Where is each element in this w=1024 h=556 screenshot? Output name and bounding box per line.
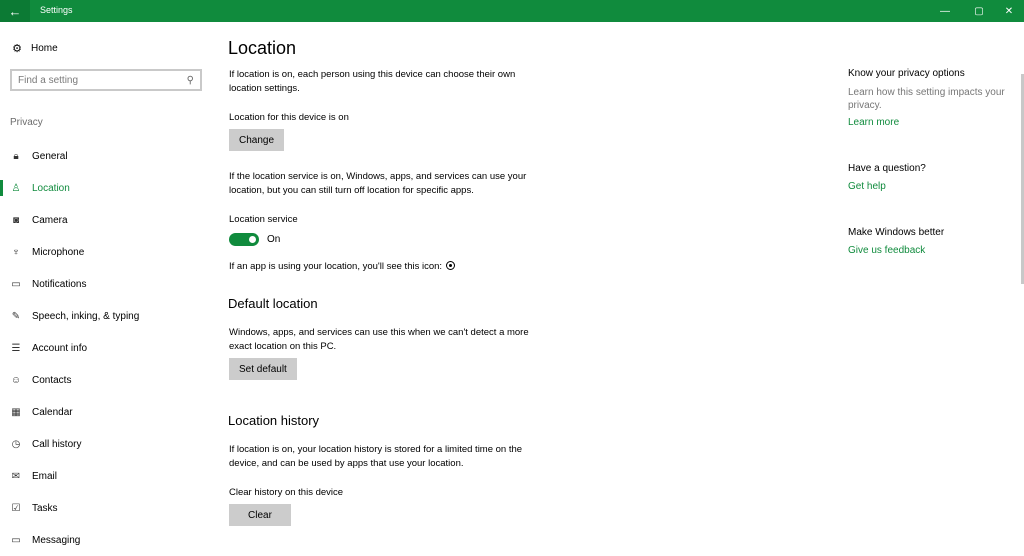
location-history-description: If location is on, your location history… bbox=[229, 444, 523, 469]
icon-note-text: If an app is using your location, you'll… bbox=[229, 261, 443, 272]
search-box: ⚲ bbox=[10, 69, 202, 91]
page-title: Location bbox=[228, 38, 297, 58]
sidebar-item-label: Speech, inking, & typing bbox=[32, 310, 140, 322]
privacy-options-heading: Know your privacy options bbox=[848, 68, 965, 79]
sidebar-item-email[interactable]: ✉ Email bbox=[0, 460, 215, 492]
email-icon: ✉ bbox=[11, 470, 21, 482]
question-heading: Have a question? bbox=[848, 163, 926, 174]
sidebar-item-label: Camera bbox=[32, 214, 68, 226]
sidebar-item-label: Location bbox=[32, 182, 70, 194]
make-windows-better-heading: Make Windows better bbox=[848, 227, 945, 238]
toggle-state-label: On bbox=[267, 234, 281, 245]
location-person-icon: ♙ bbox=[11, 182, 21, 194]
gear-icon: ⚙ bbox=[12, 43, 22, 55]
sidebar-item-label: Account info bbox=[32, 342, 88, 354]
minimize-icon: — bbox=[940, 5, 950, 17]
sidebar-item-location[interactable]: ♙ Location bbox=[0, 172, 215, 204]
set-default-button[interactable]: Set default bbox=[229, 358, 297, 380]
close-icon: ✕ bbox=[1004, 5, 1014, 17]
clear-button[interactable]: Clear bbox=[229, 504, 291, 526]
sidebar-item-microphone[interactable]: ♆ Microphone bbox=[0, 236, 215, 268]
minimize-button[interactable]: — bbox=[928, 0, 962, 22]
change-button[interactable]: Change bbox=[229, 129, 285, 151]
sidebar-item-label: Notifications bbox=[32, 278, 87, 290]
sidebar-item-label: Contacts bbox=[32, 374, 72, 386]
speech-inking-icon: ✎ bbox=[11, 310, 21, 322]
default-location-description: Windows, apps, and services can use this… bbox=[229, 327, 529, 352]
search-icon[interactable]: ⚲ bbox=[187, 75, 194, 86]
close-button[interactable]: ✕ bbox=[992, 0, 1024, 22]
sidebar-item-label: Email bbox=[32, 470, 58, 482]
icon-note: If an app is using your location, you'll… bbox=[229, 260, 529, 274]
notifications-icon: ▭ bbox=[11, 278, 21, 290]
sidebar-item-messaging[interactable]: ▭ Messaging bbox=[0, 524, 215, 556]
title-bar: ← Settings — ▢ ✕ bbox=[0, 0, 1024, 22]
back-button[interactable]: ← bbox=[0, 0, 30, 22]
location-service-toggle[interactable] bbox=[229, 233, 259, 246]
sidebar-item-camera[interactable]: ◙ Camera bbox=[0, 204, 215, 236]
messaging-icon: ▭ bbox=[11, 534, 21, 546]
sidebar-item-speech[interactable]: ✎ Speech, inking, & typing bbox=[0, 300, 215, 332]
section-label-privacy: Privacy bbox=[10, 117, 43, 128]
home-nav-item[interactable]: ⚙ Home bbox=[10, 42, 58, 55]
sidebar-item-calendar[interactable]: ▦ Calendar bbox=[0, 396, 215, 428]
clear-history-label: Clear history on this device bbox=[229, 487, 344, 498]
back-arrow-icon: ← bbox=[8, 3, 22, 19]
sidebar-item-label: Calendar bbox=[32, 406, 73, 418]
sidebar-item-tasks[interactable]: ☑ Tasks bbox=[0, 492, 215, 524]
sidebar-item-notifications[interactable]: ▭ Notifications bbox=[0, 268, 215, 300]
service-label: Location service bbox=[229, 214, 298, 225]
microphone-icon: ♆ bbox=[12, 246, 20, 258]
home-label: Home bbox=[31, 43, 58, 54]
maximize-button[interactable]: ▢ bbox=[962, 0, 996, 22]
search-input[interactable] bbox=[18, 74, 187, 86]
privacy-options-text: Learn how this setting impacts your priv… bbox=[848, 87, 1005, 111]
tasks-icon: ☑ bbox=[11, 502, 21, 514]
sidebar-item-general[interactable]: 🔒︎ General bbox=[0, 140, 215, 172]
maximize-icon: ▢ bbox=[974, 5, 984, 17]
sidebar-item-label: Microphone bbox=[32, 246, 85, 258]
sidebar-item-call-history[interactable]: ◷ Call history bbox=[0, 428, 215, 460]
window-title: Settings bbox=[40, 5, 73, 15]
call-history-icon: ◷ bbox=[11, 438, 21, 450]
lock-icon: 🔒︎ bbox=[13, 150, 19, 162]
location-in-use-icon bbox=[446, 261, 456, 270]
contacts-icon: ☺ bbox=[10, 374, 22, 386]
sidebar-item-label: Call history bbox=[32, 438, 82, 450]
get-help-link[interactable]: Get help bbox=[848, 181, 886, 192]
camera-icon: ◙ bbox=[12, 214, 20, 226]
account-info-icon: ☰ bbox=[11, 342, 21, 354]
sidebar-item-label: General bbox=[32, 150, 68, 162]
sidebar: ⚙ Home ⚲ Privacy 🔒︎ General ♙ Location ◙ Ca… bbox=[0, 22, 215, 549]
sidebar-item-label: Tasks bbox=[32, 502, 58, 514]
sidebar-item-account-info[interactable]: ☰ Account info bbox=[0, 332, 215, 364]
sidebar-item-label: Messaging bbox=[32, 534, 81, 546]
sidebar-item-contacts[interactable]: ☺ Contacts bbox=[0, 364, 215, 396]
give-feedback-link[interactable]: Give us feedback bbox=[848, 245, 925, 256]
privacy-nav: 🔒︎ General ♙ Location ◙ Camera ♆ Microphone … bbox=[0, 140, 215, 556]
default-location-heading: Default location bbox=[228, 296, 318, 311]
intro-text: If location is on, each person using thi… bbox=[229, 69, 516, 94]
service-description: If the location service is on, Windows, … bbox=[229, 171, 527, 196]
calendar-icon: ▦ bbox=[11, 406, 21, 418]
location-history-heading: Location history bbox=[228, 413, 320, 428]
learn-more-link[interactable]: Learn more bbox=[848, 117, 899, 128]
location-service-toggle-row: On bbox=[229, 233, 280, 246]
device-status-text: Location for this device is on bbox=[229, 112, 349, 123]
